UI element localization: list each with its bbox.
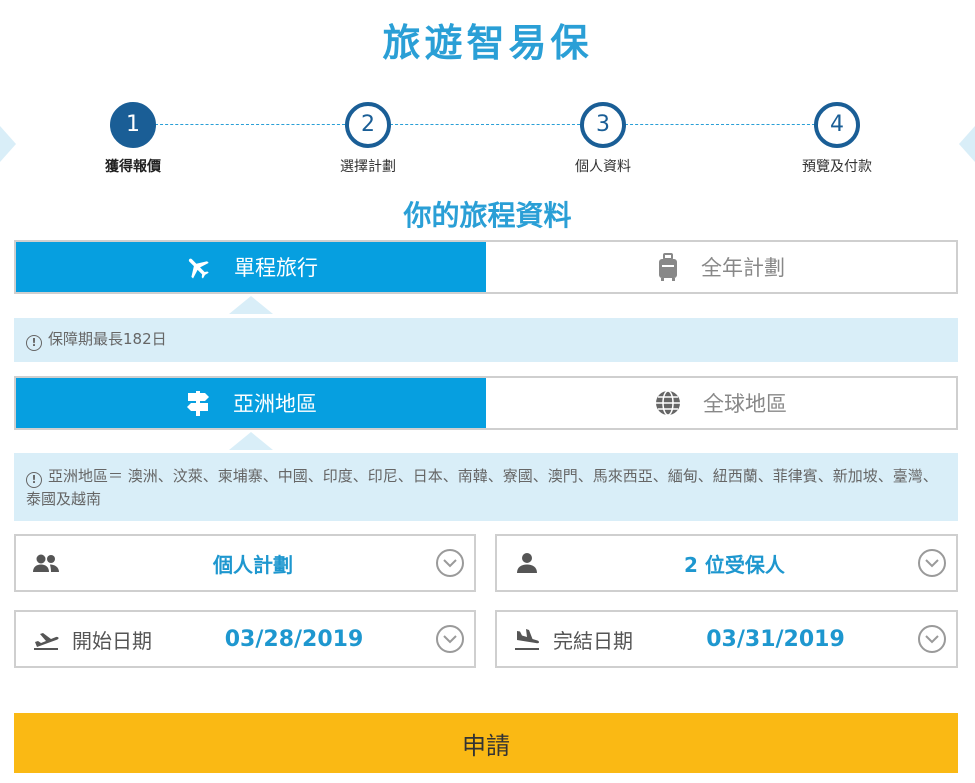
single-trip-label: 單程旅行 <box>234 256 318 280</box>
chevron-down-icon <box>436 549 464 577</box>
plane-landing-icon <box>503 628 551 650</box>
plan-select[interactable]: 個人計劃 <box>14 534 476 592</box>
apply-button[interactable]: 申請 <box>14 713 958 773</box>
signpost-icon <box>185 389 211 417</box>
end-date-value: 03/31/2019 <box>706 626 845 652</box>
global-region-label: 全球地區 <box>703 392 787 416</box>
coverage-note-text: 保障期最長182日 <box>48 330 167 348</box>
asia-region-label: 亞洲地區 <box>233 392 317 416</box>
start-date-picker[interactable]: 開始日期 03/28/2019 <box>14 610 476 668</box>
step-3-label: 個人資料 <box>575 159 631 175</box>
annual-plan-label: 全年計劃 <box>701 256 785 280</box>
annual-plan-option[interactable]: 全年計劃 <box>486 242 956 292</box>
start-date-label: 開始日期 <box>72 628 152 653</box>
progress-stepper: 1 獲得報價 2 選擇計劃 3 個人資料 4 預覽及付款 <box>0 102 975 182</box>
step-2-number: 2 <box>345 102 391 148</box>
plan-value: 個人計劃 <box>213 552 293 577</box>
asia-region-option[interactable]: 亞洲地區 <box>16 378 486 450</box>
region-note: ! 亞洲地區＝ 澳洲、汶萊、柬埔寨、中國、印度、印尼、日本、南韓、寮國、澳門、馬來… <box>14 453 958 521</box>
coverage-note: ! 保障期最長182日 <box>14 318 958 362</box>
step-2: 2 選擇計劃 <box>288 102 448 176</box>
exclamation-icon: ! <box>26 335 42 351</box>
step-4-label: 預覽及付款 <box>802 159 872 175</box>
end-date-picker[interactable]: 完結日期 03/31/2019 <box>495 610 958 668</box>
step-1: 1 獲得報價 <box>53 102 213 176</box>
global-region-option[interactable]: 全球地區 <box>486 378 956 428</box>
luggage-icon <box>657 253 679 281</box>
group-icon <box>22 553 70 573</box>
airplane-icon <box>184 253 212 281</box>
chevron-down-icon <box>918 549 946 577</box>
chevron-down-icon <box>436 625 464 653</box>
step-1-number: 1 <box>110 102 156 148</box>
step-4: 4 預覽及付款 <box>757 102 917 176</box>
step-2-label: 選擇計劃 <box>340 159 396 175</box>
exclamation-icon: ! <box>26 472 42 488</box>
step-1-label: 獲得報價 <box>105 159 161 175</box>
insured-count-select[interactable]: 2 位受保人 <box>495 534 958 592</box>
end-date-label: 完結日期 <box>553 628 633 653</box>
single-trip-option[interactable]: 單程旅行 <box>16 242 486 314</box>
region-toggle: 亞洲地區 全球地區 <box>14 376 958 450</box>
chevron-down-icon <box>918 625 946 653</box>
plane-takeoff-icon <box>22 628 70 650</box>
page-title: 旅遊智易保 <box>382 20 593 65</box>
insured-count-value: 2 位受保人 <box>684 552 785 577</box>
step-4-number: 4 <box>814 102 860 148</box>
section-title: 你的旅程資料 <box>403 199 572 232</box>
region-note-text: 亞洲地區＝ 澳洲、汶萊、柬埔寨、中國、印度、印尼、日本、南韓、寮國、澳門、馬來西… <box>26 467 938 508</box>
step-3-number: 3 <box>580 102 626 148</box>
person-icon <box>503 552 551 574</box>
start-date-value: 03/28/2019 <box>224 626 364 652</box>
globe-icon <box>655 390 681 416</box>
trip-type-toggle: 單程旅行 全年計劃 <box>14 240 958 314</box>
step-3: 3 個人資料 <box>523 102 683 176</box>
